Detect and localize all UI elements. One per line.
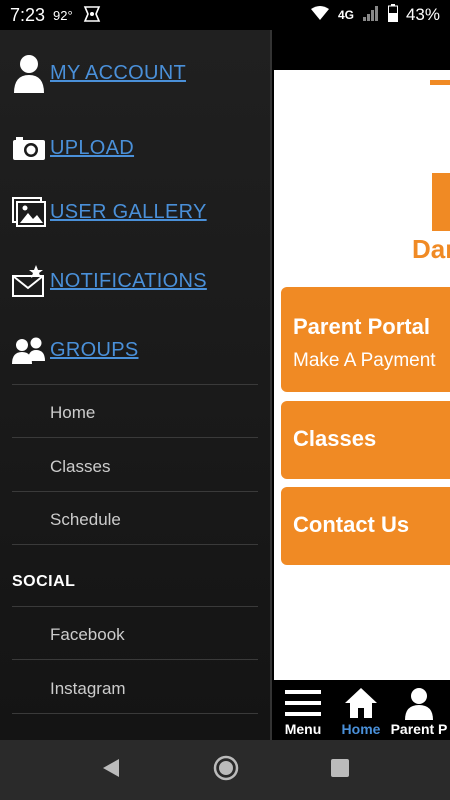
groups-icon (12, 333, 46, 367)
user-icon (402, 685, 436, 721)
drawer-item-label: GROUPS (50, 338, 139, 361)
contact-us-card[interactable]: Contact Us (281, 487, 450, 565)
bottom-tab-bar: Menu Home Parent P (274, 680, 450, 740)
wifi-icon (310, 5, 330, 26)
drawer-item-label: UPLOAD (50, 136, 135, 159)
drawer-item-user-gallery[interactable]: USER GALLERY (12, 195, 207, 229)
drawer-item-my-account[interactable]: MY ACCOUNT (12, 55, 186, 93)
drawer-menu-classes[interactable]: Classes (50, 457, 110, 477)
system-nav-bar (0, 740, 450, 800)
drawer-item-groups[interactable]: GROUPS (12, 333, 138, 367)
home-circle-icon[interactable] (212, 754, 240, 787)
phone-screen: 7:23 92° 4G 43% MY ACCOUNT UPLOAD USER G… (0, 0, 450, 800)
divider (12, 437, 258, 438)
card-subtitle: Make A Payment (293, 350, 436, 371)
drawer-menu-home[interactable]: Home (50, 403, 95, 423)
divider (12, 384, 258, 385)
app-notification-icon (83, 5, 101, 26)
hamburger-icon (284, 685, 322, 721)
divider (12, 713, 258, 714)
classes-card[interactable]: Classes (281, 401, 450, 479)
card-title: Contact Us (293, 512, 410, 537)
card-title: Parent Portal (293, 314, 430, 339)
divider (12, 491, 258, 492)
tab-home[interactable]: Home (332, 680, 390, 740)
gallery-icon (12, 195, 46, 229)
logo-text: Dar (412, 234, 450, 264)
logo-fragment (432, 173, 450, 231)
divider (12, 544, 258, 545)
battery-percent: 43% (405, 5, 440, 24)
status-temperature: 92° (53, 7, 73, 23)
tab-parent-portal[interactable]: Parent P (390, 680, 448, 740)
signal-icon (362, 4, 380, 27)
home-icon (344, 685, 378, 721)
drawer-menu-facebook[interactable]: Facebook (50, 625, 125, 645)
drawer-menu-instagram[interactable]: Instagram (50, 679, 126, 699)
tab-label: Parent P (390, 721, 448, 737)
tab-menu[interactable]: Menu (274, 680, 332, 740)
back-icon[interactable] (100, 757, 122, 784)
user-icon (12, 55, 46, 93)
drawer-item-label: MY ACCOUNT (50, 61, 186, 84)
drawer-item-upload[interactable]: UPLOAD (12, 131, 134, 165)
drawer-item-label: NOTIFICATIONS (50, 269, 207, 292)
logo-fragment (430, 80, 450, 85)
divider (12, 659, 258, 660)
drawer-item-notifications[interactable]: NOTIFICATIONS (12, 264, 207, 298)
status-right-group: 4G 43% (310, 3, 440, 27)
status-time: 7:23 (10, 4, 46, 25)
app-top-bar (274, 30, 450, 70)
recents-icon[interactable] (330, 758, 350, 783)
battery-icon (387, 3, 398, 27)
network-type: 4G (337, 8, 354, 22)
drawer-menu-schedule[interactable]: Schedule (50, 510, 121, 530)
tab-label: Menu (284, 721, 322, 737)
tab-label: Home (341, 721, 381, 737)
parent-portal-card[interactable]: Parent Portal Make A Payment (281, 287, 450, 392)
drawer-item-label: USER GALLERY (50, 200, 207, 223)
social-section-title: SOCIAL (12, 573, 76, 590)
notification-envelope-icon (12, 264, 46, 298)
side-drawer: MY ACCOUNT UPLOAD USER GALLERY NOTIFICAT… (0, 30, 272, 740)
divider (12, 606, 258, 607)
status-bar: 7:23 92° 4G 43% (0, 0, 450, 30)
card-title: Classes (293, 426, 377, 451)
main-content: Dar Parent Portal Make A Payment Classes… (274, 70, 450, 680)
camera-icon (12, 131, 46, 165)
